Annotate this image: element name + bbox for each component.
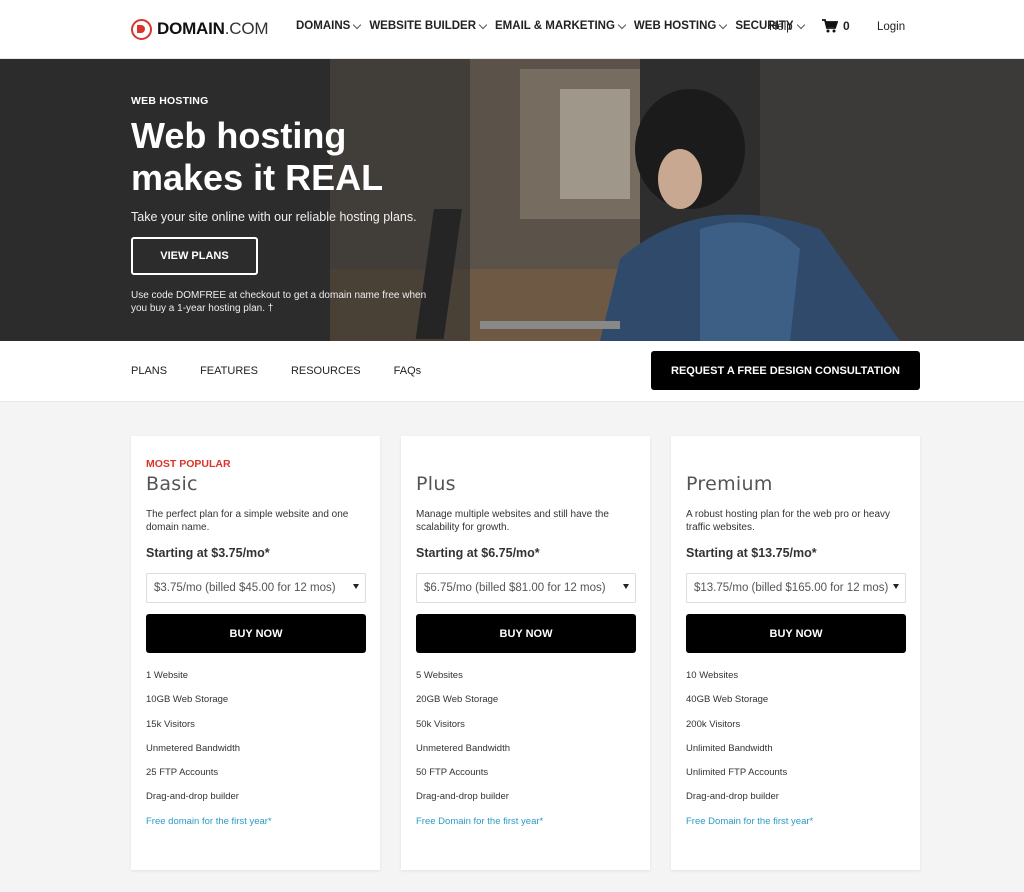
list-item: Drag-and-drop builder [146,791,239,803]
tab-plans[interactable]: PLANS [131,365,167,377]
plan-description: A robust hosting plan for the web pro or… [686,509,891,533]
list-item: 50 FTP Accounts [416,767,489,779]
request-consultation-button[interactable]: REQUEST A FREE DESIGN CONSULTATION [651,351,920,390]
billing-term-select[interactable]: $3.75/mo (billed $45.00 for 12 mos) [146,573,366,603]
hero-eyebrow: WEB HOSTING [131,95,209,107]
feature-list: 5 Websites 20GB Web Storage 50k Visitors… [416,670,543,840]
chevron-down-icon [796,20,805,29]
list-item: Unmetered Bandwidth [416,742,510,754]
plan-name: Basic [146,473,198,495]
list-item: 50k Visitors [416,718,465,730]
chevron-down-icon [353,20,362,29]
list-item: 40GB Web Storage [686,694,769,706]
plan-card-plus: Plus Manage multiple websites and still … [401,436,650,870]
list-item: 25 FTP Accounts [146,767,219,779]
free-domain-link[interactable]: Free Domain for the first year* [416,816,543,840]
plan-description: Manage multiple websites and still have … [416,509,609,533]
list-item: 10GB Web Storage [146,694,229,706]
main-nav: DOMAINS WEBSITE BUILDER EMAIL & MARKETIN… [296,20,805,32]
cart-button[interactable]: 0 [822,19,850,33]
buy-now-button[interactable]: BUY NOW [416,614,636,653]
login-link[interactable]: Login [877,21,905,33]
list-item: 15k Visitors [146,718,195,730]
list-item: 1 Website [146,670,189,681]
list-item: Unmetered Bandwidth [146,742,240,754]
nav-website-builder[interactable]: WEBSITE BUILDER [369,20,488,32]
plan-card-premium: Premium A robust hosting plan for the we… [671,436,920,870]
plan-description: The perfect plan for a simple website an… [146,509,349,533]
chevron-down-icon [617,20,627,29]
nav-domains[interactable]: DOMAINS [296,20,362,32]
billing-term-select[interactable]: $6.75/mo (billed $81.00 for 12 mos) [416,573,636,603]
tab-resources[interactable]: RESOURCES [291,365,361,377]
feature-list: 10 Websites 40GB Web Storage 200k Visito… [686,670,813,840]
tab-faqs[interactable]: FAQs [394,365,422,377]
list-item: 5 Websites [416,670,463,681]
list-item: 200k Visitors [686,718,741,730]
list-item: Drag-and-drop builder [416,791,509,803]
plan-card-basic: MOST POPULAR Basic The perfect plan for … [131,436,380,870]
list-item: Unlimited FTP Accounts [686,767,788,779]
list-item: Unlimited Bandwidth [686,742,773,754]
cart-count: 0 [843,19,850,33]
buy-now-button[interactable]: BUY NOW [686,614,906,653]
site-header: DOMAIN.COM DOMAINS WEBSITE BUILDER EMAIL… [0,0,1024,59]
dropdown-arrow-icon [893,584,899,589]
promo-text: Use code DOMFREE at checkout to get a do… [131,290,427,314]
list-item: 20GB Web Storage [416,694,499,706]
nav-web-hosting[interactable]: WEB HOSTING [634,20,728,32]
billing-term-select[interactable]: $13.75/mo (billed $165.00 for 12 mos) [686,573,906,603]
dropdown-arrow-icon [623,584,629,589]
free-domain-link[interactable]: Free Domain for the first year* [686,816,813,840]
plan-starting-price: Starting at $13.75/mo* [686,546,817,560]
plan-name: Plus [416,473,456,495]
tab-features[interactable]: FEATURES [200,365,258,377]
logo-mark-icon [131,18,152,40]
list-item: Drag-and-drop builder [686,791,779,803]
logo[interactable]: DOMAIN.COM [131,16,269,42]
most-popular-badge: MOST POPULAR [146,458,231,470]
section-nav-links: PLANS FEATURES RESOURCES FAQs [131,365,454,377]
plan-name: Premium [686,473,773,495]
hero-banner: WEB HOSTING Web hosting makes it REAL Ta… [0,59,1024,341]
plan-starting-price: Starting at $6.75/mo* [416,546,540,560]
plan-starting-price: Starting at $3.75/mo* [146,546,270,560]
chevron-down-icon [478,20,488,29]
section-nav: PLANS FEATURES RESOURCES FAQs REQUEST A … [0,341,1024,402]
hero-subtitle: Take your site online with our reliable … [131,210,417,224]
buy-now-button[interactable]: BUY NOW [146,614,366,653]
help-link[interactable]: Help [769,21,793,33]
list-item: 10 Websites [686,670,739,681]
free-domain-link[interactable]: Free domain for the first year* [146,816,272,840]
dropdown-arrow-icon [353,584,359,589]
hero-title: Web hosting makes it REAL [131,115,384,198]
feature-list: 1 Website 10GB Web Storage 15k Visitors … [146,670,272,840]
nav-email-marketing[interactable]: EMAIL & MARKETING [495,20,627,32]
logo-text: DOMAIN.COM [157,19,269,38]
view-plans-button[interactable]: VIEW PLANS [131,237,258,275]
cart-icon [822,19,838,33]
chevron-down-icon [719,20,728,29]
